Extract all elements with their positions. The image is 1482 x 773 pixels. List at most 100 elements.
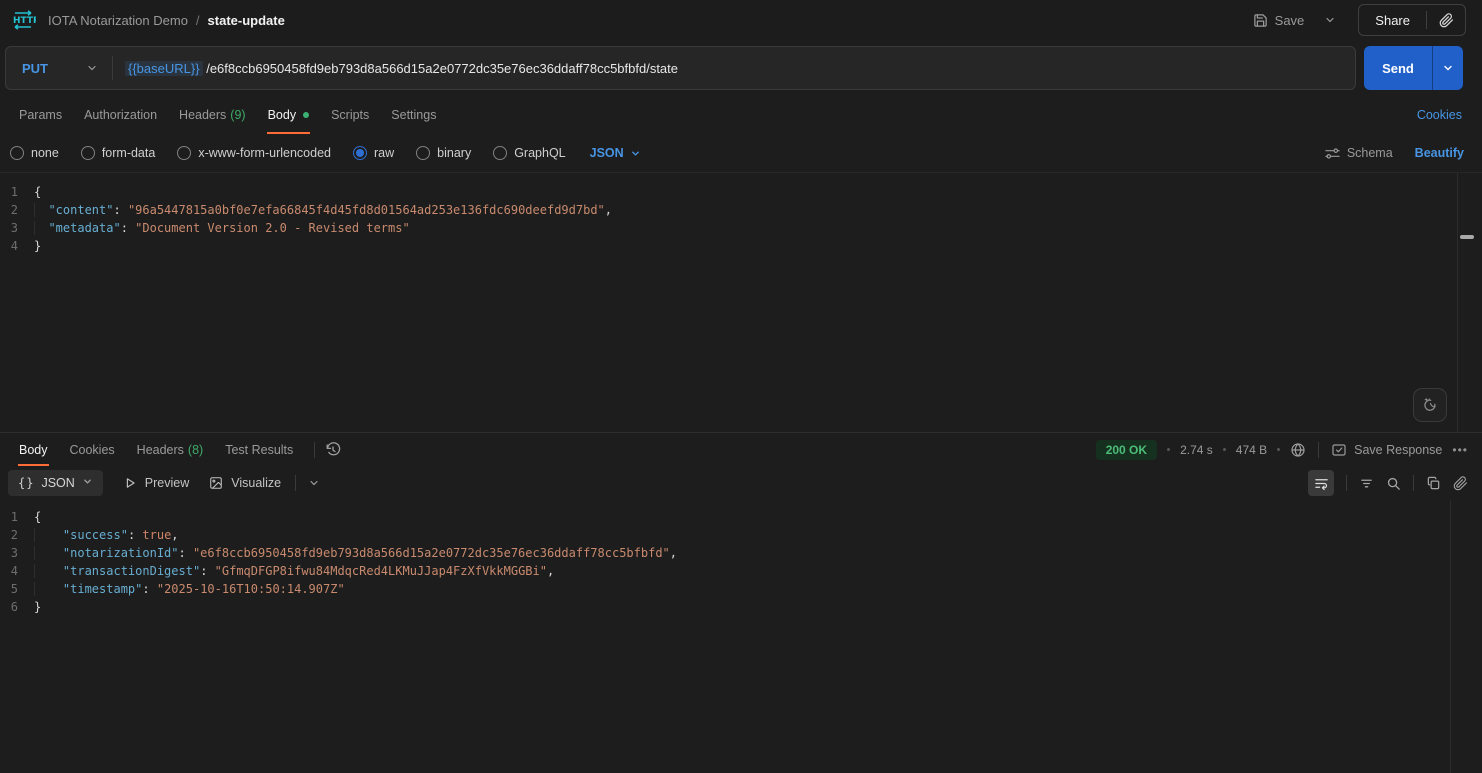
json-braces-icon: {} (18, 476, 35, 490)
response-body-editor[interactable]: 1{2 "success": true, 3 "notarizationId": … (0, 500, 1482, 773)
topbar: HTTP IOTA Notarization Demo / state-upda… (0, 0, 1482, 40)
history-icon (326, 441, 341, 455)
url-input[interactable]: {{baseURL}} /e6f8ccb6950458fd9eb793d8a56… (125, 60, 679, 76)
radio-circle (80, 146, 95, 160)
send-options-chevron[interactable] (1433, 46, 1463, 90)
visualize-options-chevron[interactable] (308, 477, 320, 489)
body-format-select[interactable]: JSON (590, 146, 641, 160)
schema-button[interactable]: Schema (1325, 146, 1393, 161)
response-size: 474 B (1235, 442, 1268, 457)
url-variable: {{baseURL}} (125, 60, 203, 76)
line-text: } (34, 600, 42, 614)
scrollbar-thumb[interactable] (1460, 235, 1474, 239)
search-button[interactable] (1386, 476, 1401, 491)
tab-headers[interactable]: Headers (9) (168, 96, 257, 134)
line-number: 1 (10, 185, 18, 199)
tab-settings[interactable]: Settings (380, 96, 447, 134)
line-text: "notarizationId": "e6f8ccb6950458fd9eb79… (34, 544, 677, 562)
more-actions-button[interactable]: ••• (1452, 443, 1468, 457)
play-icon (126, 478, 135, 488)
visualize-button[interactable]: Visualize (209, 476, 281, 490)
save-label: Save (1274, 12, 1305, 28)
copy-link-button[interactable] (1427, 5, 1465, 35)
request-body-editor[interactable]: 1{2 "content": "96a5447815a0bf0e7efa6684… (0, 172, 1482, 432)
method-select[interactable]: PUT (6, 61, 112, 76)
tab-scripts[interactable]: Scripts (320, 96, 380, 134)
editor-minimap-divider (1450, 500, 1451, 773)
url-path: /e6f8ccb6950458fd9eb793d8a566d15a2e0772d… (206, 60, 679, 76)
line-text: "success": true, (34, 526, 179, 544)
breadcrumb-request-name[interactable]: state-update (208, 13, 285, 28)
radio-circle (416, 146, 431, 160)
code-line: 6} (0, 598, 1482, 616)
line-text: { (34, 510, 42, 524)
meta-separator-dot (1222, 448, 1226, 451)
line-text: { (34, 185, 42, 199)
save-button[interactable]: Save (1245, 7, 1313, 34)
radio-x-www-form-urlencoded[interactable]: x-www-form-urlencoded (177, 146, 331, 160)
radio-circle (10, 146, 24, 160)
radio-graphql[interactable]: GraphQL (493, 146, 566, 160)
response-format-select[interactable]: {} JSON (8, 470, 103, 496)
line-number: 3 (10, 221, 18, 235)
toolbar-divider (295, 475, 297, 491)
request-tabs: Params Authorization Headers (9) Body Scr… (0, 96, 1482, 134)
copy-icon (1427, 476, 1440, 489)
response-tab-body[interactable]: Body (8, 433, 59, 466)
line-number: 4 (10, 564, 18, 578)
response-history-button[interactable] (325, 441, 341, 458)
postbot-button[interactable] (1413, 388, 1447, 422)
save-icon (1253, 13, 1267, 27)
radio-form-data[interactable]: form-data (80, 146, 155, 160)
beautify-button[interactable]: Beautify (1415, 146, 1464, 160)
copy-button[interactable] (1426, 476, 1441, 491)
line-number: 3 (10, 546, 18, 560)
response-tab-cookies[interactable]: Cookies (59, 433, 126, 466)
globe-icon (1291, 442, 1305, 457)
share-button-group: Share (1358, 4, 1466, 36)
code-line: 1{ (0, 183, 1482, 201)
response-tab-headers[interactable]: Headers (8) (126, 433, 215, 466)
schema-sliders-icon (1325, 147, 1340, 159)
cookies-link[interactable]: Cookies (1417, 108, 1464, 122)
radio-circle-selected (353, 146, 367, 160)
code-line: 1{ (0, 508, 1482, 526)
url-bar: PUT {{baseURL}} /e6f8ccb6950458fd9eb793d… (5, 46, 1356, 90)
send-button[interactable]: Send (1364, 46, 1432, 90)
http-request-icon: HTTP (10, 10, 36, 30)
topbar-actions: Save Share (1245, 4, 1466, 36)
save-response-icon (1332, 443, 1346, 456)
tab-body[interactable]: Body (257, 96, 321, 134)
tab-params[interactable]: Params (8, 96, 73, 134)
line-text: "transactionDigest": "GfmqDFGP8ifwu84Mdq… (34, 562, 554, 580)
toolbar-divider (1413, 475, 1414, 491)
save-options-chevron[interactable] (1318, 8, 1342, 32)
response-tab-test-results[interactable]: Test Results (214, 433, 304, 466)
radio-none[interactable]: none (10, 146, 59, 160)
filter-button[interactable] (1359, 476, 1374, 491)
response-time: 2.74 s (1180, 442, 1213, 457)
svg-text:HTTP: HTTP (13, 16, 36, 26)
radio-binary[interactable]: binary (416, 146, 471, 160)
postbot-icon (1424, 397, 1436, 411)
radio-circle (493, 146, 508, 160)
line-number: 4 (10, 239, 18, 253)
radio-raw[interactable]: raw (353, 146, 394, 160)
paperclip-icon (1439, 12, 1453, 27)
app-window: HTTP IOTA Notarization Demo / state-upda… (0, 0, 1482, 773)
share-button[interactable]: Share (1359, 5, 1426, 35)
wrap-text-button[interactable] (1308, 470, 1334, 496)
code-line: 2 "success": true, (0, 526, 1482, 544)
code-line: 4} (0, 237, 1482, 255)
response-tabs-divider (314, 441, 316, 458)
network-info-button[interactable] (1290, 442, 1306, 458)
meta-divider (1318, 441, 1320, 458)
code-line: 5 "timestamp": "2025-10-16T10:50:14.907Z… (0, 580, 1482, 598)
tab-authorization[interactable]: Authorization (73, 96, 168, 134)
chevron-down-icon (1444, 65, 1452, 71)
copy-link-button[interactable] (1453, 475, 1468, 491)
wrap-text-icon (1314, 478, 1328, 490)
save-response-button[interactable]: Save Response (1331, 442, 1442, 458)
preview-button[interactable]: Preview (123, 476, 189, 490)
breadcrumb-workspace[interactable]: IOTA Notarization Demo (48, 13, 188, 28)
